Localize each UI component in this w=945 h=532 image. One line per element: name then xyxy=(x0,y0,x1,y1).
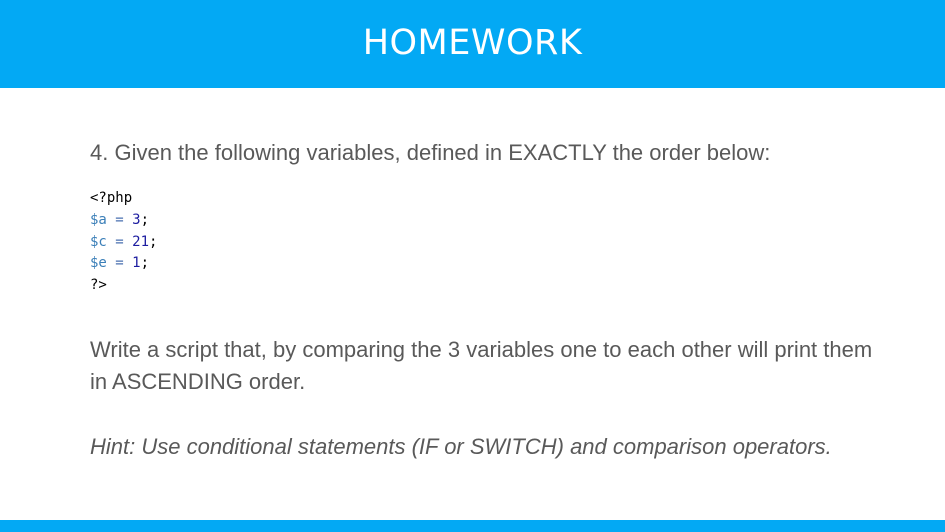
code-number: 21 xyxy=(132,233,150,250)
code-line: $e = 1; xyxy=(90,255,149,271)
footer-bar xyxy=(0,520,945,532)
task-description: Write a script that, by comparing the 3 … xyxy=(90,337,873,394)
hint-text: Hint: Use conditional statements (IF or … xyxy=(90,434,832,459)
code-semicolon: ; xyxy=(149,233,158,250)
code-operator: = xyxy=(115,233,124,250)
code-operator: = xyxy=(115,255,124,272)
code-variable: $e xyxy=(90,255,107,272)
header-bar: HOMEWORK xyxy=(0,0,945,88)
code-open-tag: <?php xyxy=(90,190,133,206)
code-number: 1 xyxy=(132,255,141,272)
code-close-tag: ?> xyxy=(90,277,107,294)
code-number: 3 xyxy=(132,211,141,228)
code-variable: $a xyxy=(90,211,107,228)
page-title: HOMEWORK xyxy=(362,23,583,63)
code-block: <?php $a = 3; $c = 21; $e = 1; ?> xyxy=(90,188,157,297)
code-line: $c = 21; xyxy=(90,234,157,250)
question-intro: 4. Given the following variables, define… xyxy=(90,140,771,165)
code-semicolon: ; xyxy=(140,211,150,228)
code-semicolon: ; xyxy=(140,255,150,272)
code-operator: = xyxy=(115,211,124,228)
code-line: $a = 3; xyxy=(90,212,149,228)
code-variable: $c xyxy=(90,233,107,250)
